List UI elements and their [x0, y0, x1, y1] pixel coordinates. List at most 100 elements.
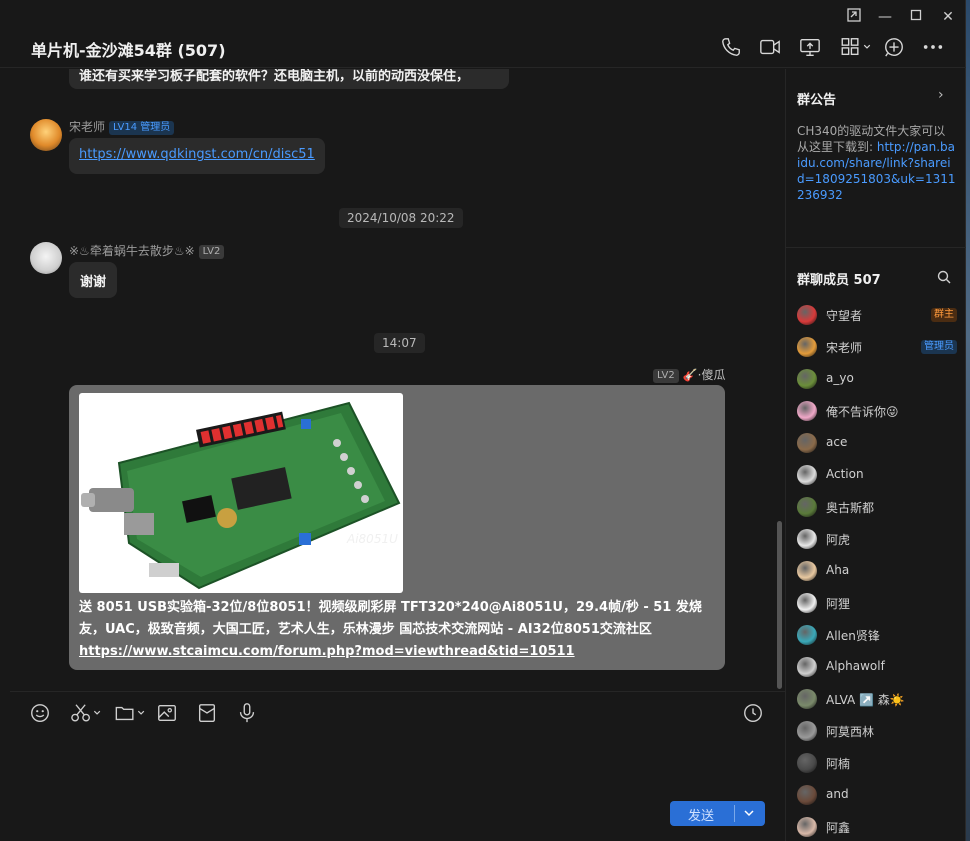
member-avatar[interactable]: [797, 593, 817, 613]
member-avatar[interactable]: [797, 529, 817, 549]
member-item[interactable]: 奥古斯都: [797, 495, 957, 519]
message-link[interactable]: https://www.stcaimcu.com/forum.php?mod=v…: [79, 644, 575, 659]
pin-window-icon[interactable]: [845, 8, 863, 26]
member-avatar[interactable]: [797, 433, 817, 453]
member-item[interactable]: 阿楠: [797, 751, 957, 775]
apps-menu-icon[interactable]: [839, 36, 873, 58]
message-composer: [10, 691, 785, 841]
video-call-icon[interactable]: [759, 36, 781, 58]
member-avatar[interactable]: [797, 337, 817, 357]
member-role-badge: 群主: [931, 308, 957, 322]
message-link[interactable]: https://www.qdkingst.com/cn/disc51: [79, 147, 315, 162]
sender-label[interactable]: 宋老师: [69, 120, 105, 134]
member-avatar[interactable]: [797, 721, 817, 741]
close-icon[interactable]: ✕: [939, 8, 957, 26]
member-name: 阿莫西林: [826, 725, 875, 739]
member-avatar[interactable]: [797, 785, 817, 805]
more-options-icon[interactable]: [922, 36, 944, 58]
search-icon[interactable]: [936, 269, 952, 289]
red-packet-icon[interactable]: [196, 702, 218, 724]
member-avatar[interactable]: [797, 561, 817, 581]
member-name: ALVA ↗️ 森☀️: [826, 693, 905, 707]
screen-share-icon[interactable]: [799, 36, 821, 58]
message-text: 送 8051 USB实验箱-32位/8位8051！视频级刷彩屏 TFT320*2…: [79, 597, 715, 663]
avatar[interactable]: [30, 242, 62, 274]
add-member-icon[interactable]: [883, 36, 905, 58]
maximize-icon[interactable]: [907, 8, 925, 26]
member-avatar[interactable]: [797, 465, 817, 485]
chevron-right-icon[interactable]: ›: [938, 87, 944, 103]
sender-label[interactable]: ※♨牵着蜗牛去散步♨※: [69, 244, 195, 258]
desktop-background: [966, 0, 970, 841]
member-name: and: [826, 787, 849, 801]
member-avatar[interactable]: [797, 369, 817, 389]
member-avatar[interactable]: [797, 657, 817, 677]
member-item[interactable]: 宋老师 管理员: [797, 335, 957, 359]
emoji-icon[interactable]: [29, 702, 51, 724]
send-label: 发送: [688, 809, 715, 824]
member-avatar[interactable]: [797, 753, 817, 773]
message-bubble[interactable]: Ai8051U 送 8051 USB实验箱-32位/8位8051！视频级刷彩屏 …: [69, 385, 725, 670]
member-name: Allen贤锋: [826, 629, 880, 643]
member-name: 阿狸: [826, 597, 851, 611]
member-avatar[interactable]: [797, 817, 817, 837]
message-body: 送 8051 USB实验箱-32位/8位8051！视频级刷彩屏 TFT320*2…: [79, 600, 702, 637]
phone-call-icon[interactable]: [720, 36, 742, 58]
level-badge: LV2: [198, 245, 225, 259]
image-icon[interactable]: [156, 702, 178, 724]
scrollbar[interactable]: [777, 521, 782, 689]
member-item[interactable]: 阿狸: [797, 591, 957, 615]
avatar[interactable]: [30, 119, 62, 151]
member-role-badge: 管理员: [921, 340, 957, 354]
member-name: 宋老师: [826, 341, 863, 355]
title-bar: 单片机-金沙滩54群 (507) — ✕: [0, 0, 966, 68]
board-logo: Ai8051U: [346, 532, 398, 546]
member-item[interactable]: ALVA ↗️ 森☀️: [797, 687, 957, 711]
member-item[interactable]: 守望者 群主: [797, 303, 957, 327]
microphone-icon[interactable]: [236, 702, 258, 724]
board-image[interactable]: Ai8051U: [79, 393, 403, 593]
member-item[interactable]: 阿鑫: [797, 815, 957, 839]
timestamp: 2024/10/08 20:22: [339, 208, 463, 228]
member-item[interactable]: Allen贤锋: [797, 623, 957, 647]
member-name: 守望者: [826, 309, 863, 323]
message-list[interactable]: 谁还有买来学习板子配套的软件？还电脑主机，以前的动西没保住， 宋老师 LV14 管…: [10, 69, 785, 691]
member-name: ace: [826, 435, 848, 449]
member-avatar[interactable]: [797, 401, 817, 421]
admin-badge: LV14 管理员: [109, 121, 175, 135]
member-item[interactable]: ace: [797, 431, 957, 455]
member-item[interactable]: 阿莫西林: [797, 719, 957, 743]
member-item[interactable]: Action: [797, 463, 957, 487]
member-avatar[interactable]: [797, 497, 817, 517]
divider: [786, 247, 967, 248]
member-item[interactable]: Alphawolf: [797, 655, 957, 679]
member-avatar[interactable]: [797, 305, 817, 325]
member-item[interactable]: 阿虎: [797, 527, 957, 551]
group-info-panel: 群公告 › CH340的驱动文件大家可以从这里下载到: http://pan.b…: [785, 69, 967, 841]
member-item[interactable]: and: [797, 783, 957, 807]
timestamp: 14:07: [374, 333, 425, 353]
send-button[interactable]: 发送: [670, 801, 765, 826]
message-bubble[interactable]: 谁还有买来学习板子配套的软件？还电脑主机，以前的动西没保住，: [69, 69, 509, 89]
member-name: 阿鑫: [826, 821, 851, 835]
sender-name: LV2 🎸·傻瓜: [653, 366, 725, 383]
sender-name: ※♨牵着蜗牛去散步♨※ LV2: [69, 242, 225, 259]
member-name: 俺不告诉你😜: [826, 405, 899, 419]
minimize-icon[interactable]: —: [876, 8, 894, 26]
notice-title[interactable]: 群公告: [797, 89, 836, 108]
folder-icon[interactable]: [113, 702, 149, 724]
member-avatar[interactable]: [797, 625, 817, 645]
screenshot-icon[interactable]: [69, 702, 105, 724]
notice-content: CH340的驱动文件大家可以从这里下载到: http://pan.baidu.c…: [797, 123, 957, 203]
member-avatar[interactable]: [797, 689, 817, 709]
member-item[interactable]: a_yo: [797, 367, 957, 391]
member-name: Action: [826, 467, 864, 481]
member-name: 阿虎: [826, 533, 851, 547]
message-bubble[interactable]: 谢谢: [69, 262, 118, 298]
send-options-chevron-icon[interactable]: [741, 802, 757, 828]
member-item[interactable]: 俺不告诉你😜: [797, 399, 957, 423]
sender-label[interactable]: 🎸·傻瓜: [683, 368, 726, 382]
member-item[interactable]: Aha: [797, 559, 957, 583]
history-clock-icon[interactable]: [742, 702, 764, 724]
members-title: 群聊成员 507: [797, 273, 881, 288]
